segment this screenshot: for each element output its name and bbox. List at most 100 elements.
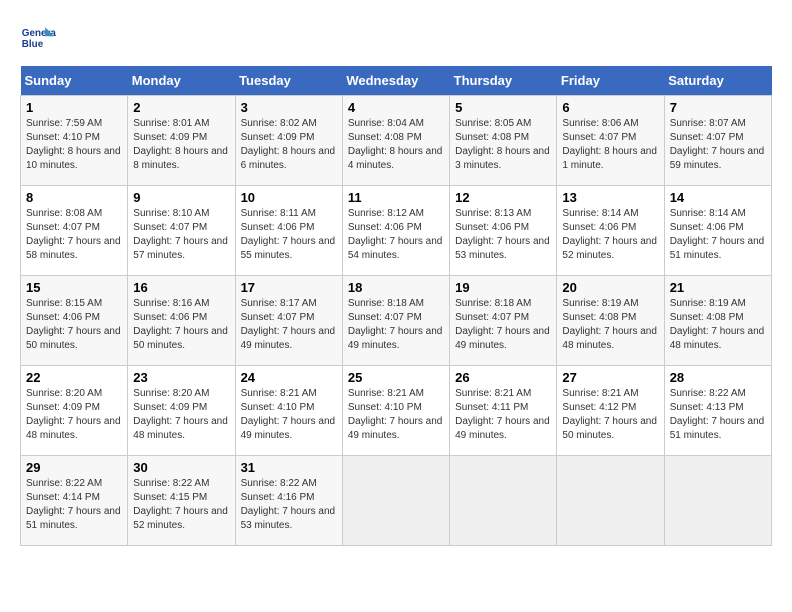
table-row: 27 Sunrise: 8:21 AMSunset: 4:12 PMDaylig… <box>557 366 664 456</box>
table-row: 25 Sunrise: 8:21 AMSunset: 4:10 PMDaylig… <box>342 366 449 456</box>
col-tuesday: Tuesday <box>235 66 342 96</box>
table-row <box>664 456 771 546</box>
day-number: 4 <box>348 100 444 115</box>
day-info: Sunrise: 8:22 AMSunset: 4:16 PMDaylight:… <box>241 478 336 531</box>
day-number: 15 <box>26 280 122 295</box>
day-info: Sunrise: 8:14 AMSunset: 4:06 PMDaylight:… <box>670 208 765 261</box>
day-info: Sunrise: 8:15 AMSunset: 4:06 PMDaylight:… <box>26 298 121 351</box>
day-number: 17 <box>241 280 337 295</box>
day-info: Sunrise: 8:12 AMSunset: 4:06 PMDaylight:… <box>348 208 443 261</box>
table-row: 1 Sunrise: 7:59 AMSunset: 4:10 PMDayligh… <box>21 96 128 186</box>
day-info: Sunrise: 8:17 AMSunset: 4:07 PMDaylight:… <box>241 298 336 351</box>
day-number: 20 <box>562 280 658 295</box>
day-info: Sunrise: 8:14 AMSunset: 4:06 PMDaylight:… <box>562 208 657 261</box>
logo: General Blue <box>20 20 56 56</box>
day-number: 22 <box>26 370 122 385</box>
col-sunday: Sunday <box>21 66 128 96</box>
table-row: 19 Sunrise: 8:18 AMSunset: 4:07 PMDaylig… <box>450 276 557 366</box>
day-info: Sunrise: 8:01 AMSunset: 4:09 PMDaylight:… <box>133 118 228 171</box>
table-row: 5 Sunrise: 8:05 AMSunset: 4:08 PMDayligh… <box>450 96 557 186</box>
day-number: 16 <box>133 280 229 295</box>
day-number: 24 <box>241 370 337 385</box>
day-number: 26 <box>455 370 551 385</box>
day-number: 28 <box>670 370 766 385</box>
day-number: 7 <box>670 100 766 115</box>
day-number: 23 <box>133 370 229 385</box>
table-row: 21 Sunrise: 8:19 AMSunset: 4:08 PMDaylig… <box>664 276 771 366</box>
table-row: 13 Sunrise: 8:14 AMSunset: 4:06 PMDaylig… <box>557 186 664 276</box>
day-info: Sunrise: 8:22 AMSunset: 4:14 PMDaylight:… <box>26 478 121 531</box>
day-info: Sunrise: 8:05 AMSunset: 4:08 PMDaylight:… <box>455 118 550 171</box>
day-info: Sunrise: 8:10 AMSunset: 4:07 PMDaylight:… <box>133 208 228 261</box>
day-number: 9 <box>133 190 229 205</box>
day-number: 10 <box>241 190 337 205</box>
table-row: 12 Sunrise: 8:13 AMSunset: 4:06 PMDaylig… <box>450 186 557 276</box>
col-friday: Friday <box>557 66 664 96</box>
day-info: Sunrise: 8:21 AMSunset: 4:11 PMDaylight:… <box>455 388 550 441</box>
table-row <box>557 456 664 546</box>
day-info: Sunrise: 8:20 AMSunset: 4:09 PMDaylight:… <box>26 388 121 441</box>
day-info: Sunrise: 8:21 AMSunset: 4:12 PMDaylight:… <box>562 388 657 441</box>
table-row: 22 Sunrise: 8:20 AMSunset: 4:09 PMDaylig… <box>21 366 128 456</box>
day-info: Sunrise: 8:18 AMSunset: 4:07 PMDaylight:… <box>348 298 443 351</box>
day-number: 21 <box>670 280 766 295</box>
day-number: 8 <box>26 190 122 205</box>
table-row: 11 Sunrise: 8:12 AMSunset: 4:06 PMDaylig… <box>342 186 449 276</box>
table-row <box>450 456 557 546</box>
day-info: Sunrise: 8:21 AMSunset: 4:10 PMDaylight:… <box>241 388 336 441</box>
day-info: Sunrise: 8:06 AMSunset: 4:07 PMDaylight:… <box>562 118 657 171</box>
day-info: Sunrise: 8:02 AMSunset: 4:09 PMDaylight:… <box>241 118 336 171</box>
col-wednesday: Wednesday <box>342 66 449 96</box>
calendar-week-row: 22 Sunrise: 8:20 AMSunset: 4:09 PMDaylig… <box>21 366 772 456</box>
day-info: Sunrise: 8:22 AMSunset: 4:15 PMDaylight:… <box>133 478 228 531</box>
day-number: 13 <box>562 190 658 205</box>
day-number: 11 <box>348 190 444 205</box>
day-number: 25 <box>348 370 444 385</box>
table-row: 28 Sunrise: 8:22 AMSunset: 4:13 PMDaylig… <box>664 366 771 456</box>
table-row: 3 Sunrise: 8:02 AMSunset: 4:09 PMDayligh… <box>235 96 342 186</box>
day-info: Sunrise: 8:16 AMSunset: 4:06 PMDaylight:… <box>133 298 228 351</box>
table-row: 4 Sunrise: 8:04 AMSunset: 4:08 PMDayligh… <box>342 96 449 186</box>
col-monday: Monday <box>128 66 235 96</box>
calendar-header-row: Sunday Monday Tuesday Wednesday Thursday… <box>21 66 772 96</box>
table-row: 18 Sunrise: 8:18 AMSunset: 4:07 PMDaylig… <box>342 276 449 366</box>
table-row: 2 Sunrise: 8:01 AMSunset: 4:09 PMDayligh… <box>128 96 235 186</box>
day-number: 30 <box>133 460 229 475</box>
day-number: 3 <box>241 100 337 115</box>
col-saturday: Saturday <box>664 66 771 96</box>
page-header: General Blue <box>20 20 772 56</box>
table-row: 14 Sunrise: 8:14 AMSunset: 4:06 PMDaylig… <box>664 186 771 276</box>
table-row: 8 Sunrise: 8:08 AMSunset: 4:07 PMDayligh… <box>21 186 128 276</box>
day-number: 14 <box>670 190 766 205</box>
calendar-week-row: 1 Sunrise: 7:59 AMSunset: 4:10 PMDayligh… <box>21 96 772 186</box>
day-info: Sunrise: 8:18 AMSunset: 4:07 PMDaylight:… <box>455 298 550 351</box>
day-number: 2 <box>133 100 229 115</box>
day-number: 1 <box>26 100 122 115</box>
col-thursday: Thursday <box>450 66 557 96</box>
day-info: Sunrise: 8:13 AMSunset: 4:06 PMDaylight:… <box>455 208 550 261</box>
table-row: 15 Sunrise: 8:15 AMSunset: 4:06 PMDaylig… <box>21 276 128 366</box>
day-number: 31 <box>241 460 337 475</box>
day-number: 19 <box>455 280 551 295</box>
table-row: 24 Sunrise: 8:21 AMSunset: 4:10 PMDaylig… <box>235 366 342 456</box>
table-row: 26 Sunrise: 8:21 AMSunset: 4:11 PMDaylig… <box>450 366 557 456</box>
day-number: 18 <box>348 280 444 295</box>
calendar-week-row: 15 Sunrise: 8:15 AMSunset: 4:06 PMDaylig… <box>21 276 772 366</box>
table-row: 31 Sunrise: 8:22 AMSunset: 4:16 PMDaylig… <box>235 456 342 546</box>
table-row: 10 Sunrise: 8:11 AMSunset: 4:06 PMDaylig… <box>235 186 342 276</box>
table-row: 23 Sunrise: 8:20 AMSunset: 4:09 PMDaylig… <box>128 366 235 456</box>
calendar-week-row: 8 Sunrise: 8:08 AMSunset: 4:07 PMDayligh… <box>21 186 772 276</box>
table-row: 16 Sunrise: 8:16 AMSunset: 4:06 PMDaylig… <box>128 276 235 366</box>
day-number: 5 <box>455 100 551 115</box>
table-row: 20 Sunrise: 8:19 AMSunset: 4:08 PMDaylig… <box>557 276 664 366</box>
day-info: Sunrise: 8:19 AMSunset: 4:08 PMDaylight:… <box>562 298 657 351</box>
day-number: 6 <box>562 100 658 115</box>
table-row: 7 Sunrise: 8:07 AMSunset: 4:07 PMDayligh… <box>664 96 771 186</box>
calendar-table: Sunday Monday Tuesday Wednesday Thursday… <box>20 66 772 546</box>
day-info: Sunrise: 8:04 AMSunset: 4:08 PMDaylight:… <box>348 118 443 171</box>
logo-icon: General Blue <box>20 20 56 56</box>
table-row: 29 Sunrise: 8:22 AMSunset: 4:14 PMDaylig… <box>21 456 128 546</box>
day-info: Sunrise: 8:20 AMSunset: 4:09 PMDaylight:… <box>133 388 228 441</box>
table-row: 17 Sunrise: 8:17 AMSunset: 4:07 PMDaylig… <box>235 276 342 366</box>
table-row: 30 Sunrise: 8:22 AMSunset: 4:15 PMDaylig… <box>128 456 235 546</box>
